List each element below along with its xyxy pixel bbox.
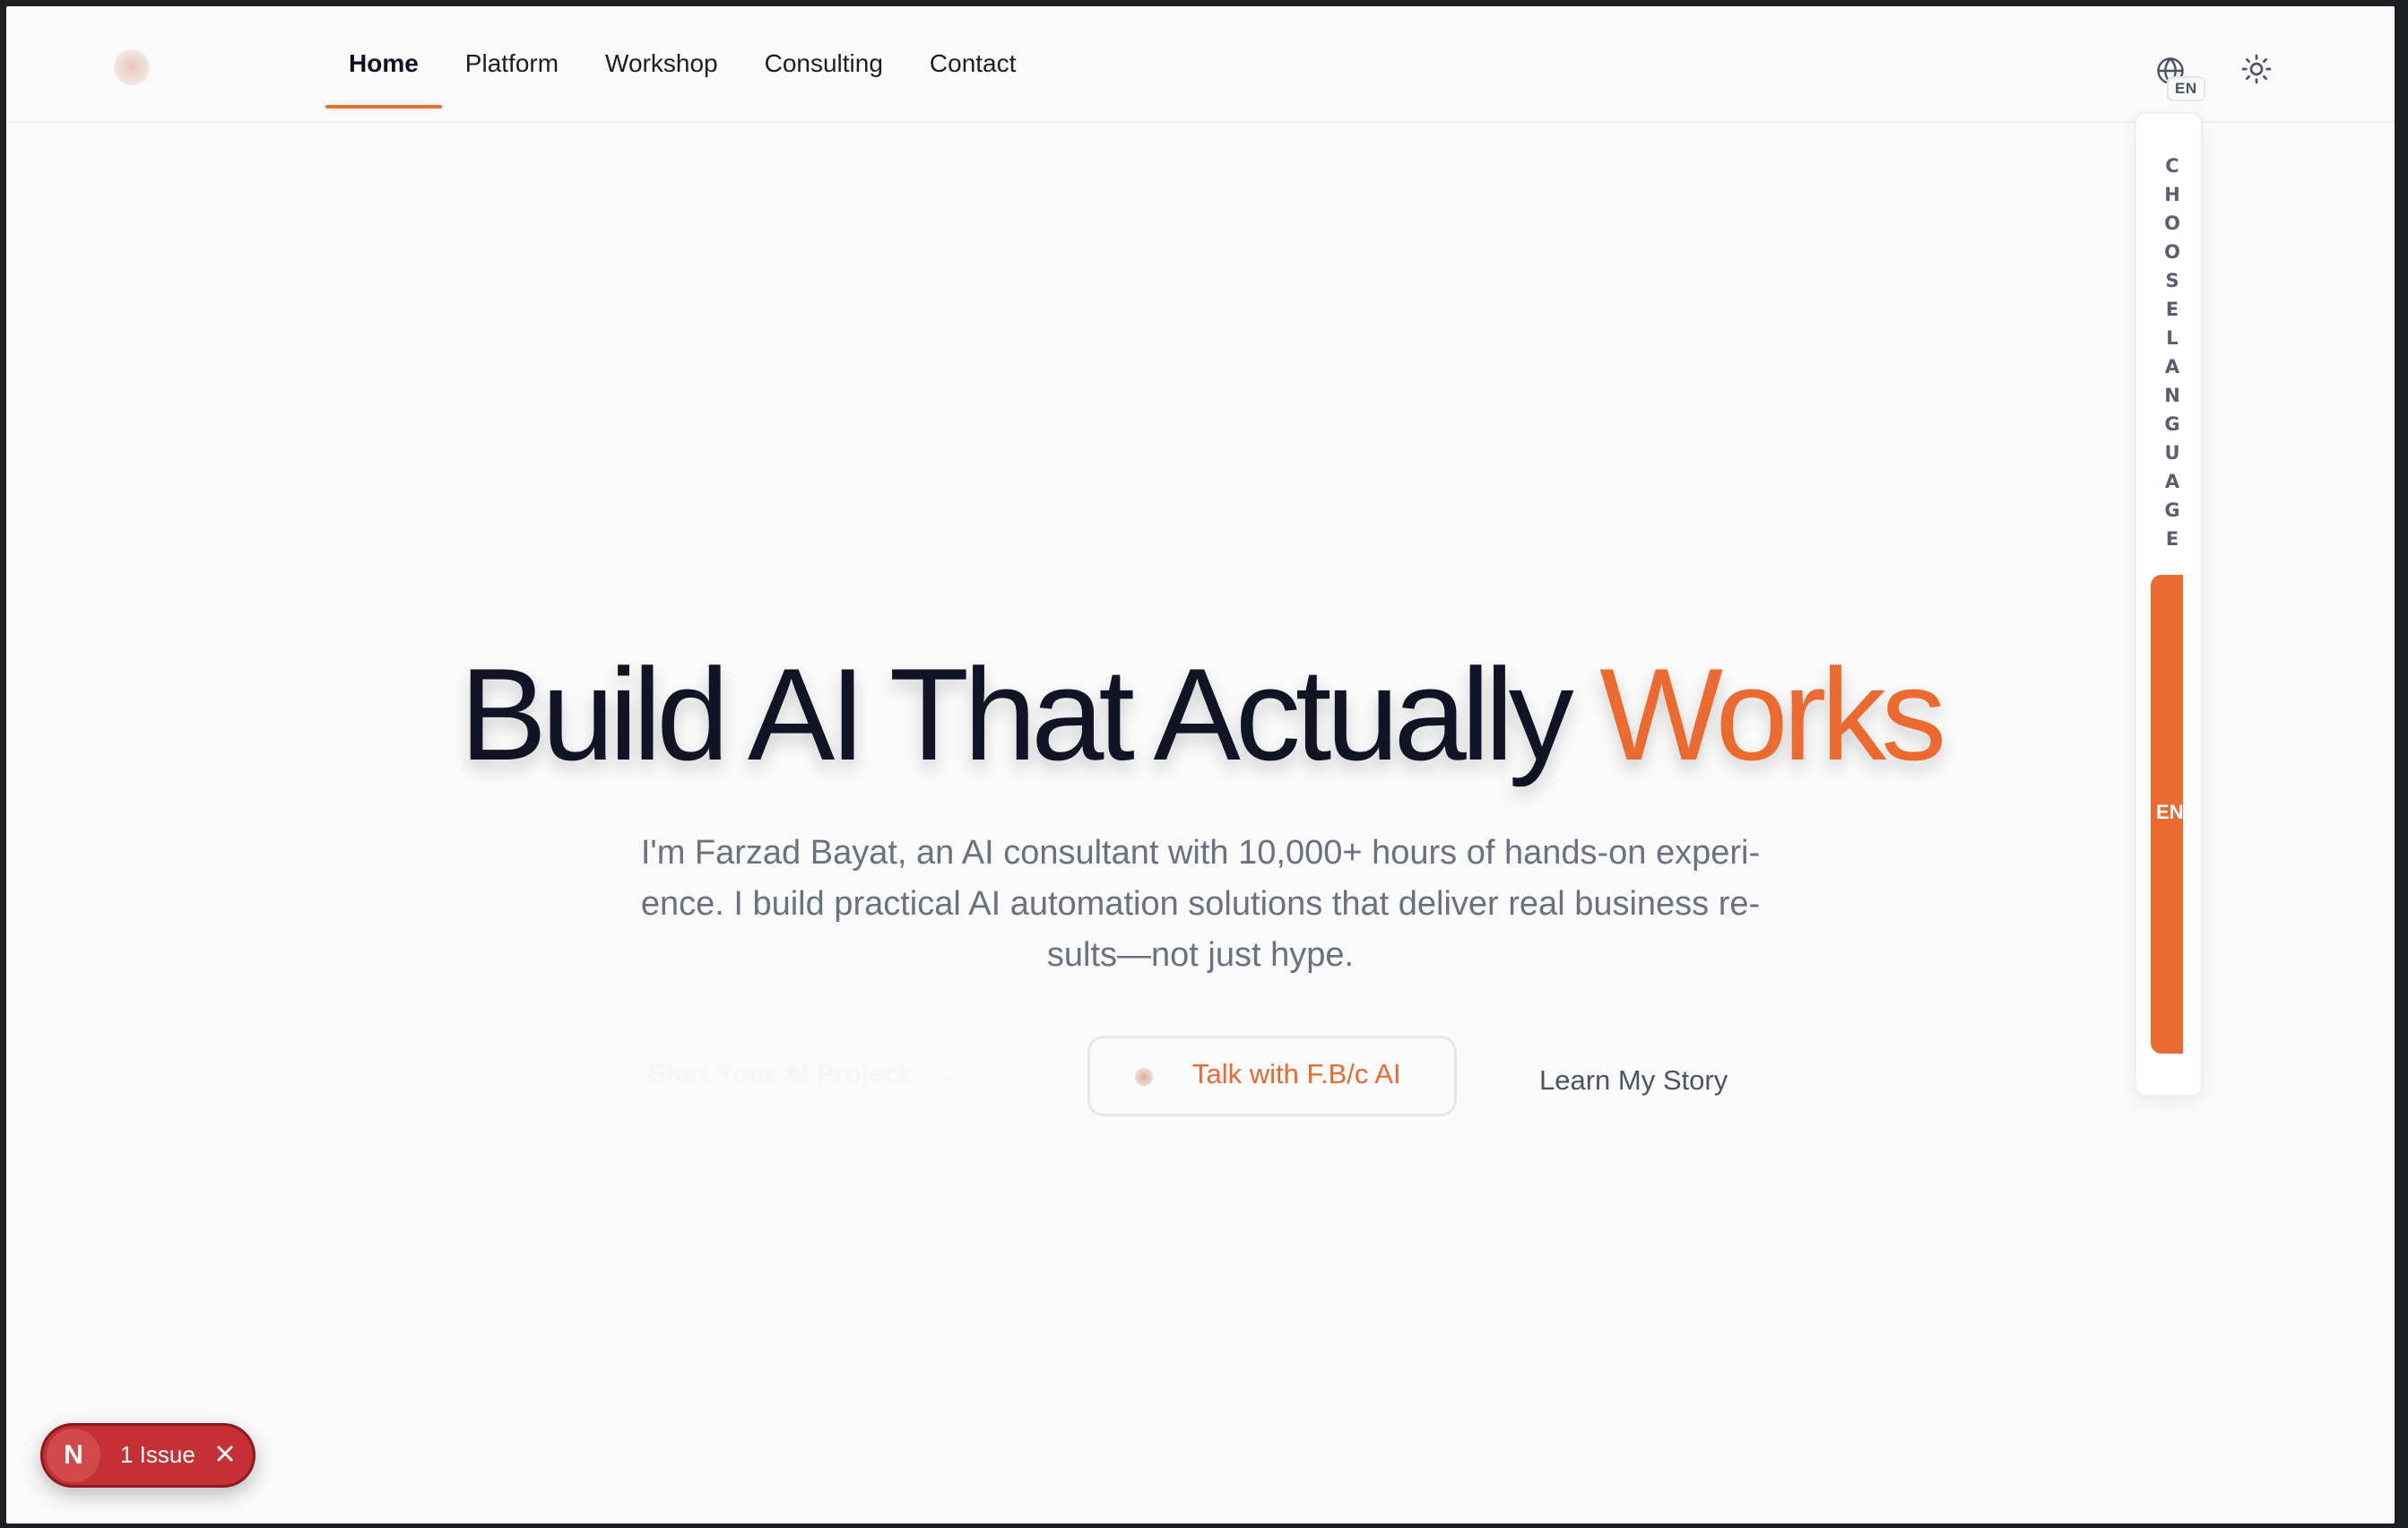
sun-icon	[2241, 54, 2272, 84]
hero-title-accent: Works	[1599, 641, 1946, 787]
site-logo[interactable]	[116, 51, 148, 83]
language-dropdown-panel: CHOOSE LANGUAGE EN	[2135, 112, 2203, 1097]
hero-subtitle: I'm Farzad Bayat, an AI consultant with …	[640, 834, 1761, 974]
talk-with-ai-label: Talk with F.B/c AI	[1192, 1058, 1401, 1090]
theme-toggle-button[interactable]	[2239, 51, 2274, 87]
hero-title: Build AI That Actually Works	[6, 634, 2395, 795]
nav-link-contact[interactable]: Contact	[906, 6, 1040, 121]
browser-viewport: Home Platform Workshop Consulting Contac…	[6, 6, 2395, 1524]
learn-my-story-link[interactable]: Learn My Story	[1539, 1064, 1728, 1097]
nav-link-workshop[interactable]: Workshop	[582, 6, 741, 121]
language-switcher-button[interactable]: EN	[2145, 46, 2208, 109]
nav-link-home[interactable]: Home	[325, 6, 442, 121]
start-ai-project-label: Start Your AI Project	[648, 1059, 908, 1089]
issue-count-label[interactable]: 1 Issue	[120, 1441, 195, 1469]
top-navbar: Home Platform Workshop Consulting Contac…	[6, 6, 2395, 123]
start-ai-project-button[interactable]: Start Your AI Project →	[648, 1059, 958, 1090]
nav-link-platform[interactable]: Platform	[442, 6, 582, 121]
primary-nav: Home Platform Workshop Consulting Contac…	[325, 6, 1039, 121]
language-panel-title: CHOOSE LANGUAGE	[2164, 155, 2180, 550]
close-icon[interactable]	[210, 1438, 240, 1469]
language-badge: EN	[2167, 76, 2205, 101]
nextjs-logo-icon[interactable]: N	[47, 1428, 100, 1482]
nav-link-consulting[interactable]: Consulting	[741, 6, 906, 121]
dev-issues-badge: N 1 Issue	[40, 1423, 256, 1488]
talk-with-ai-button[interactable]: Talk with F.B/c AI	[1087, 1036, 1457, 1116]
hero-title-main: Build AI That Actually	[459, 641, 1574, 787]
arrow-right-icon: →	[931, 1059, 958, 1089]
ai-orb-icon	[1135, 1068, 1153, 1086]
language-option-label: EN	[2156, 801, 2183, 823]
